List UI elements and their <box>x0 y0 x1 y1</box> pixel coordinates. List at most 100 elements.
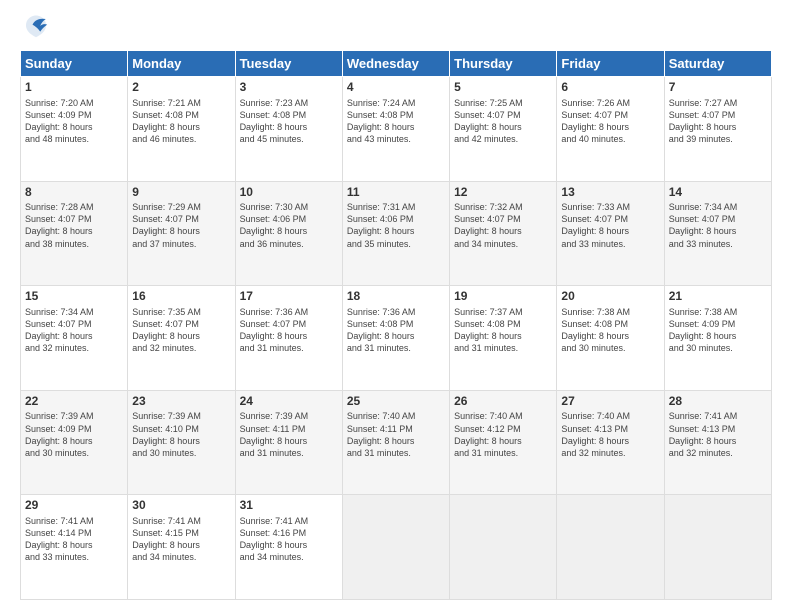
weekday-header-thursday: Thursday <box>450 51 557 77</box>
cell-info: Sunrise: 7:39 AMSunset: 4:11 PMDaylight:… <box>240 410 338 459</box>
cell-info: Sunrise: 7:28 AMSunset: 4:07 PMDaylight:… <box>25 201 123 250</box>
calendar-cell: 27Sunrise: 7:40 AMSunset: 4:13 PMDayligh… <box>557 390 664 495</box>
calendar-cell: 1Sunrise: 7:20 AMSunset: 4:09 PMDaylight… <box>21 77 128 182</box>
cell-info: Sunrise: 7:36 AMSunset: 4:07 PMDaylight:… <box>240 306 338 355</box>
day-number: 9 <box>132 185 230 201</box>
cell-info: Sunrise: 7:36 AMSunset: 4:08 PMDaylight:… <box>347 306 445 355</box>
calendar-header-row: SundayMondayTuesdayWednesdayThursdayFrid… <box>21 51 772 77</box>
cell-info: Sunrise: 7:39 AMSunset: 4:09 PMDaylight:… <box>25 410 123 459</box>
weekday-header-wednesday: Wednesday <box>342 51 449 77</box>
calendar-cell: 14Sunrise: 7:34 AMSunset: 4:07 PMDayligh… <box>664 181 771 286</box>
logo-bird-icon <box>22 12 50 40</box>
calendar-cell: 15Sunrise: 7:34 AMSunset: 4:07 PMDayligh… <box>21 286 128 391</box>
day-number: 23 <box>132 394 230 410</box>
calendar-cell: 18Sunrise: 7:36 AMSunset: 4:08 PMDayligh… <box>342 286 449 391</box>
calendar-cell: 2Sunrise: 7:21 AMSunset: 4:08 PMDaylight… <box>128 77 235 182</box>
calendar-cell: 29Sunrise: 7:41 AMSunset: 4:14 PMDayligh… <box>21 495 128 600</box>
day-number: 2 <box>132 80 230 96</box>
day-number: 20 <box>561 289 659 305</box>
day-number: 8 <box>25 185 123 201</box>
cell-info: Sunrise: 7:30 AMSunset: 4:06 PMDaylight:… <box>240 201 338 250</box>
day-number: 16 <box>132 289 230 305</box>
calendar-cell: 13Sunrise: 7:33 AMSunset: 4:07 PMDayligh… <box>557 181 664 286</box>
calendar-week-row: 29Sunrise: 7:41 AMSunset: 4:14 PMDayligh… <box>21 495 772 600</box>
calendar-cell: 9Sunrise: 7:29 AMSunset: 4:07 PMDaylight… <box>128 181 235 286</box>
logo <box>20 16 50 40</box>
calendar-week-row: 1Sunrise: 7:20 AMSunset: 4:09 PMDaylight… <box>21 77 772 182</box>
calendar-week-row: 22Sunrise: 7:39 AMSunset: 4:09 PMDayligh… <box>21 390 772 495</box>
calendar-week-row: 15Sunrise: 7:34 AMSunset: 4:07 PMDayligh… <box>21 286 772 391</box>
calendar-table: SundayMondayTuesdayWednesdayThursdayFrid… <box>20 50 772 600</box>
calendar-cell: 3Sunrise: 7:23 AMSunset: 4:08 PMDaylight… <box>235 77 342 182</box>
calendar-cell: 23Sunrise: 7:39 AMSunset: 4:10 PMDayligh… <box>128 390 235 495</box>
page: SundayMondayTuesdayWednesdayThursdayFrid… <box>0 0 792 612</box>
calendar-cell: 19Sunrise: 7:37 AMSunset: 4:08 PMDayligh… <box>450 286 557 391</box>
cell-info: Sunrise: 7:31 AMSunset: 4:06 PMDaylight:… <box>347 201 445 250</box>
calendar-cell: 26Sunrise: 7:40 AMSunset: 4:12 PMDayligh… <box>450 390 557 495</box>
day-number: 28 <box>669 394 767 410</box>
calendar-cell: 4Sunrise: 7:24 AMSunset: 4:08 PMDaylight… <box>342 77 449 182</box>
cell-info: Sunrise: 7:41 AMSunset: 4:16 PMDaylight:… <box>240 515 338 564</box>
cell-info: Sunrise: 7:34 AMSunset: 4:07 PMDaylight:… <box>669 201 767 250</box>
calendar-week-row: 8Sunrise: 7:28 AMSunset: 4:07 PMDaylight… <box>21 181 772 286</box>
weekday-header-tuesday: Tuesday <box>235 51 342 77</box>
cell-info: Sunrise: 7:25 AMSunset: 4:07 PMDaylight:… <box>454 97 552 146</box>
cell-info: Sunrise: 7:24 AMSunset: 4:08 PMDaylight:… <box>347 97 445 146</box>
cell-info: Sunrise: 7:34 AMSunset: 4:07 PMDaylight:… <box>25 306 123 355</box>
calendar-cell: 16Sunrise: 7:35 AMSunset: 4:07 PMDayligh… <box>128 286 235 391</box>
cell-info: Sunrise: 7:26 AMSunset: 4:07 PMDaylight:… <box>561 97 659 146</box>
calendar-cell: 21Sunrise: 7:38 AMSunset: 4:09 PMDayligh… <box>664 286 771 391</box>
day-number: 29 <box>25 498 123 514</box>
day-number: 7 <box>669 80 767 96</box>
cell-info: Sunrise: 7:40 AMSunset: 4:11 PMDaylight:… <box>347 410 445 459</box>
day-number: 17 <box>240 289 338 305</box>
cell-info: Sunrise: 7:21 AMSunset: 4:08 PMDaylight:… <box>132 97 230 146</box>
cell-info: Sunrise: 7:41 AMSunset: 4:14 PMDaylight:… <box>25 515 123 564</box>
weekday-header-sunday: Sunday <box>21 51 128 77</box>
calendar-cell: 8Sunrise: 7:28 AMSunset: 4:07 PMDaylight… <box>21 181 128 286</box>
calendar-cell: 5Sunrise: 7:25 AMSunset: 4:07 PMDaylight… <box>450 77 557 182</box>
calendar-cell: 22Sunrise: 7:39 AMSunset: 4:09 PMDayligh… <box>21 390 128 495</box>
weekday-header-friday: Friday <box>557 51 664 77</box>
weekday-header-saturday: Saturday <box>664 51 771 77</box>
day-number: 10 <box>240 185 338 201</box>
day-number: 11 <box>347 185 445 201</box>
calendar-cell: 28Sunrise: 7:41 AMSunset: 4:13 PMDayligh… <box>664 390 771 495</box>
cell-info: Sunrise: 7:38 AMSunset: 4:09 PMDaylight:… <box>669 306 767 355</box>
weekday-header-monday: Monday <box>128 51 235 77</box>
calendar-cell: 17Sunrise: 7:36 AMSunset: 4:07 PMDayligh… <box>235 286 342 391</box>
cell-info: Sunrise: 7:27 AMSunset: 4:07 PMDaylight:… <box>669 97 767 146</box>
calendar-cell: 31Sunrise: 7:41 AMSunset: 4:16 PMDayligh… <box>235 495 342 600</box>
day-number: 19 <box>454 289 552 305</box>
cell-info: Sunrise: 7:33 AMSunset: 4:07 PMDaylight:… <box>561 201 659 250</box>
calendar-cell: 12Sunrise: 7:32 AMSunset: 4:07 PMDayligh… <box>450 181 557 286</box>
day-number: 14 <box>669 185 767 201</box>
calendar-cell: 24Sunrise: 7:39 AMSunset: 4:11 PMDayligh… <box>235 390 342 495</box>
day-number: 12 <box>454 185 552 201</box>
cell-info: Sunrise: 7:41 AMSunset: 4:15 PMDaylight:… <box>132 515 230 564</box>
cell-info: Sunrise: 7:39 AMSunset: 4:10 PMDaylight:… <box>132 410 230 459</box>
day-number: 5 <box>454 80 552 96</box>
calendar-cell <box>557 495 664 600</box>
calendar-cell: 30Sunrise: 7:41 AMSunset: 4:15 PMDayligh… <box>128 495 235 600</box>
calendar-cell <box>664 495 771 600</box>
day-number: 15 <box>25 289 123 305</box>
day-number: 6 <box>561 80 659 96</box>
day-number: 31 <box>240 498 338 514</box>
cell-info: Sunrise: 7:37 AMSunset: 4:08 PMDaylight:… <box>454 306 552 355</box>
day-number: 25 <box>347 394 445 410</box>
calendar-cell <box>342 495 449 600</box>
cell-info: Sunrise: 7:23 AMSunset: 4:08 PMDaylight:… <box>240 97 338 146</box>
day-number: 3 <box>240 80 338 96</box>
day-number: 13 <box>561 185 659 201</box>
cell-info: Sunrise: 7:40 AMSunset: 4:12 PMDaylight:… <box>454 410 552 459</box>
calendar-cell: 20Sunrise: 7:38 AMSunset: 4:08 PMDayligh… <box>557 286 664 391</box>
calendar-cell: 10Sunrise: 7:30 AMSunset: 4:06 PMDayligh… <box>235 181 342 286</box>
cell-info: Sunrise: 7:32 AMSunset: 4:07 PMDaylight:… <box>454 201 552 250</box>
day-number: 21 <box>669 289 767 305</box>
calendar-cell: 6Sunrise: 7:26 AMSunset: 4:07 PMDaylight… <box>557 77 664 182</box>
day-number: 22 <box>25 394 123 410</box>
cell-info: Sunrise: 7:40 AMSunset: 4:13 PMDaylight:… <box>561 410 659 459</box>
day-number: 30 <box>132 498 230 514</box>
cell-info: Sunrise: 7:38 AMSunset: 4:08 PMDaylight:… <box>561 306 659 355</box>
